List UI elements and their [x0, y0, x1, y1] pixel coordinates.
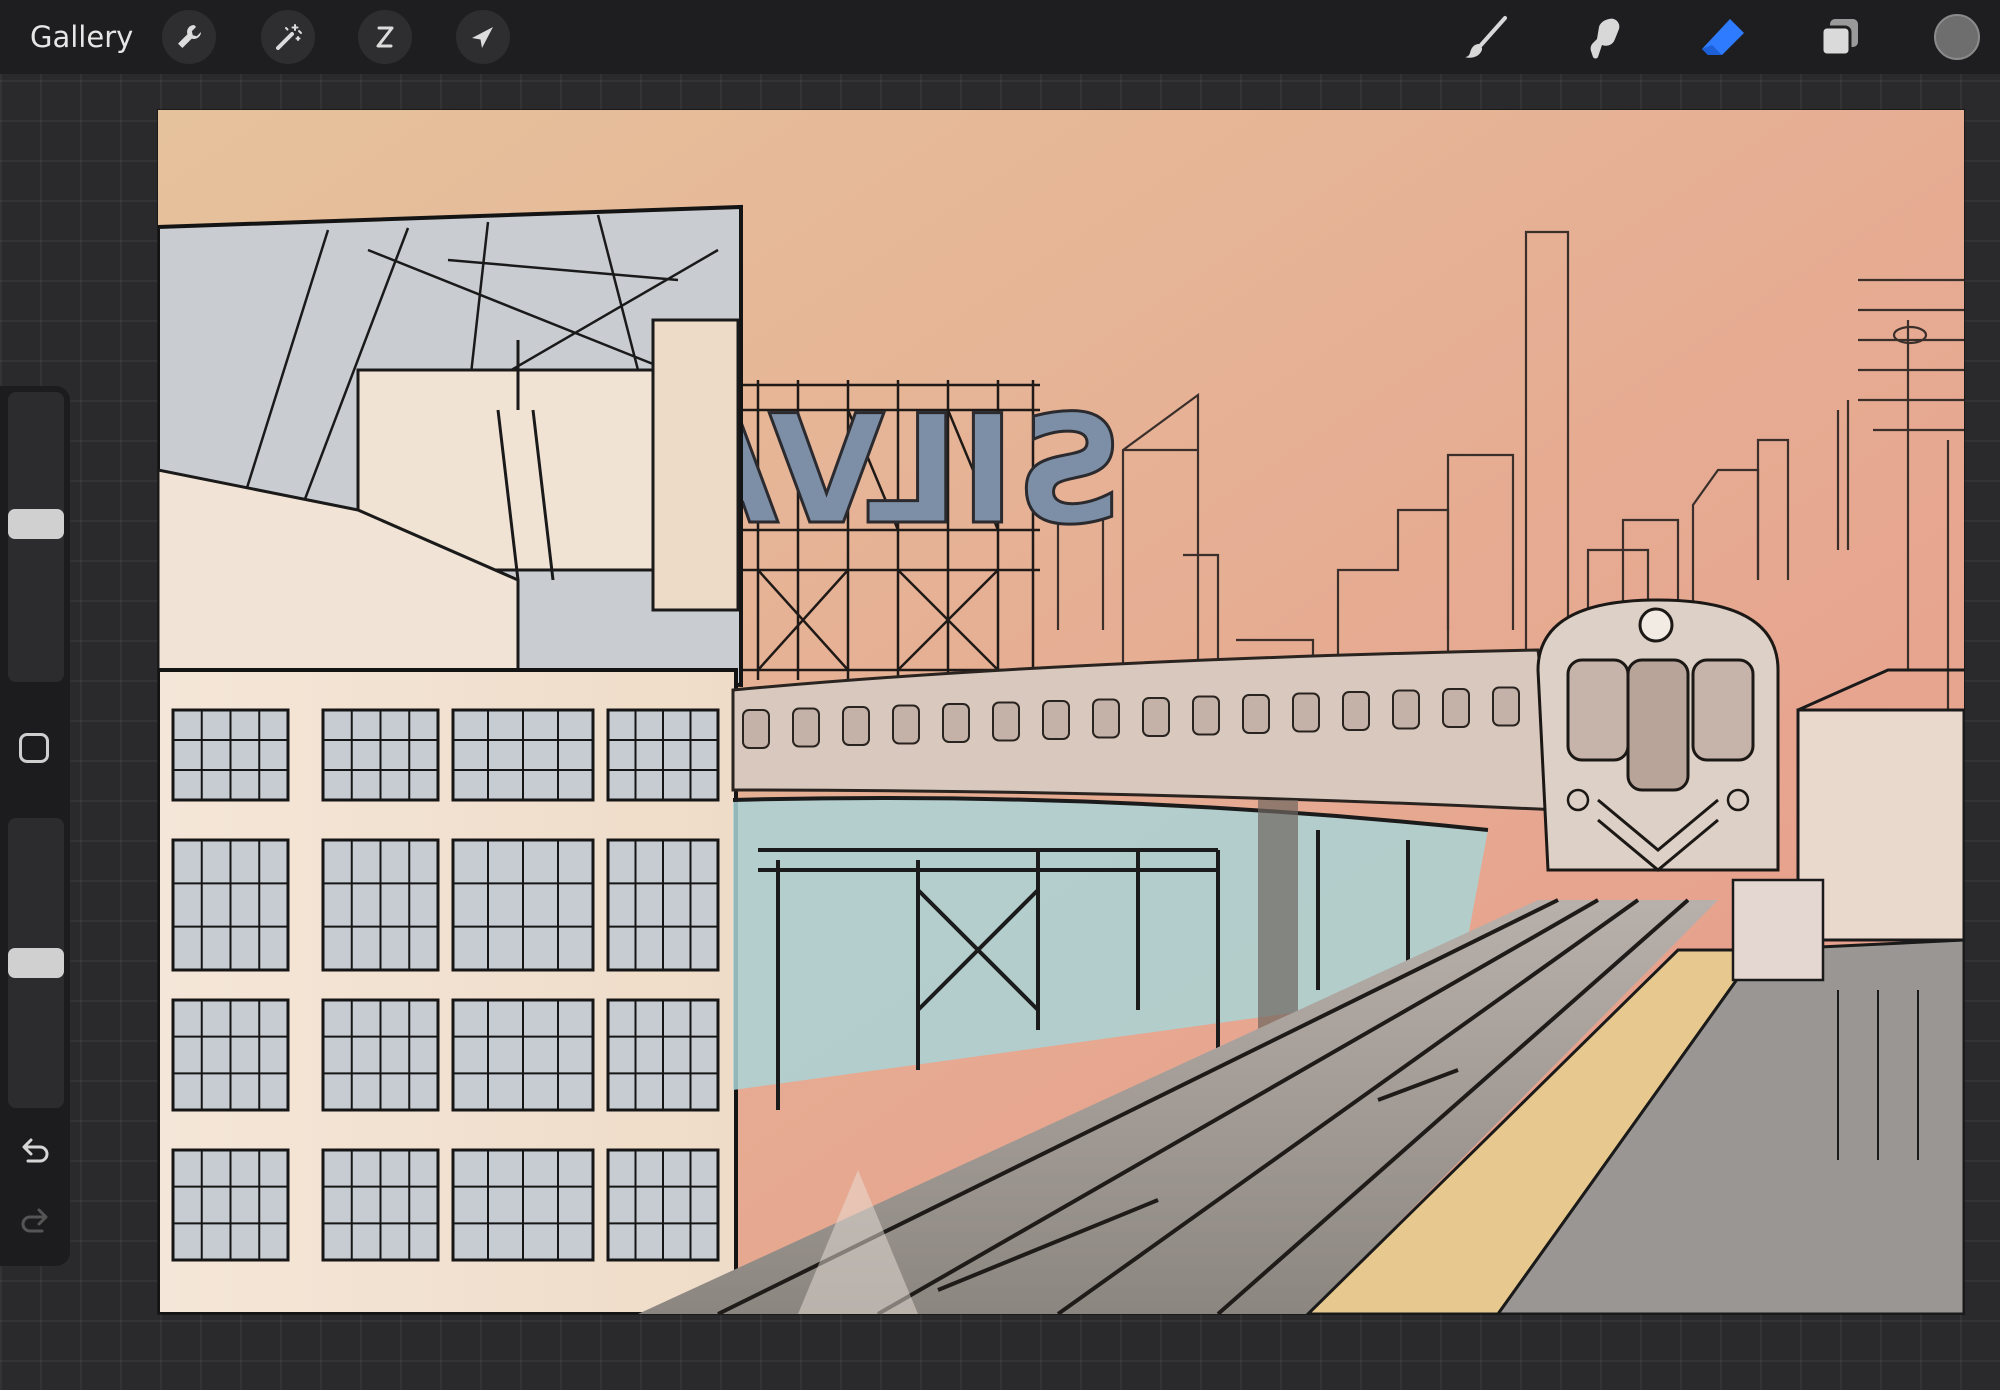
arrow-cursor-icon [472, 27, 493, 48]
train-window [1442, 688, 1470, 728]
train-window [1492, 686, 1520, 727]
brush-icon [1465, 16, 1507, 58]
brush-size-thumb[interactable] [8, 509, 64, 539]
train-window [1092, 698, 1120, 739]
train-window [742, 709, 770, 749]
eraser-tool-button[interactable] [1697, 12, 1749, 64]
train-window [892, 704, 920, 745]
train-window [842, 706, 870, 746]
color-picker-button[interactable] [1934, 14, 1980, 60]
layers-button[interactable] [1814, 12, 1866, 64]
artwork: SILVA [158, 110, 1964, 1314]
train-window [1392, 689, 1420, 730]
square-modify-icon[interactable] [19, 733, 49, 763]
top-toolbar: Gallery [0, 0, 2000, 74]
drawing-canvas[interactable]: SILVA [158, 110, 1964, 1314]
selection-button[interactable] [358, 10, 412, 64]
smudge-finger-icon [1590, 18, 1620, 59]
magic-wand-icon [276, 24, 302, 50]
train-window [792, 707, 820, 748]
selection-s-icon [376, 26, 394, 48]
train-window [992, 701, 1020, 742]
eraser-icon [1702, 19, 1744, 55]
left-building [158, 204, 743, 1314]
left-sidebar [0, 386, 70, 1266]
redo-icon [21, 1208, 48, 1233]
layers-icon [1820, 19, 1858, 57]
opacity-thumb[interactable] [8, 948, 64, 978]
train-window [1342, 691, 1370, 731]
redo-button[interactable] [16, 1201, 54, 1239]
smudge-tool-button[interactable] [1578, 12, 1630, 64]
wrench-icon [178, 25, 201, 48]
train-window [942, 703, 970, 743]
brush-tool-button[interactable] [1460, 12, 1512, 64]
actions-button[interactable] [162, 10, 216, 64]
train-window [1292, 692, 1320, 733]
train-window [1142, 697, 1170, 737]
train-window [1192, 695, 1220, 736]
train-window [1042, 700, 1070, 740]
adjustments-button[interactable] [261, 10, 315, 64]
transform-button[interactable] [456, 10, 510, 64]
train-window [1242, 694, 1270, 734]
undo-icon [22, 1138, 49, 1163]
gallery-button[interactable]: Gallery [30, 16, 133, 58]
undo-button[interactable] [16, 1131, 54, 1169]
